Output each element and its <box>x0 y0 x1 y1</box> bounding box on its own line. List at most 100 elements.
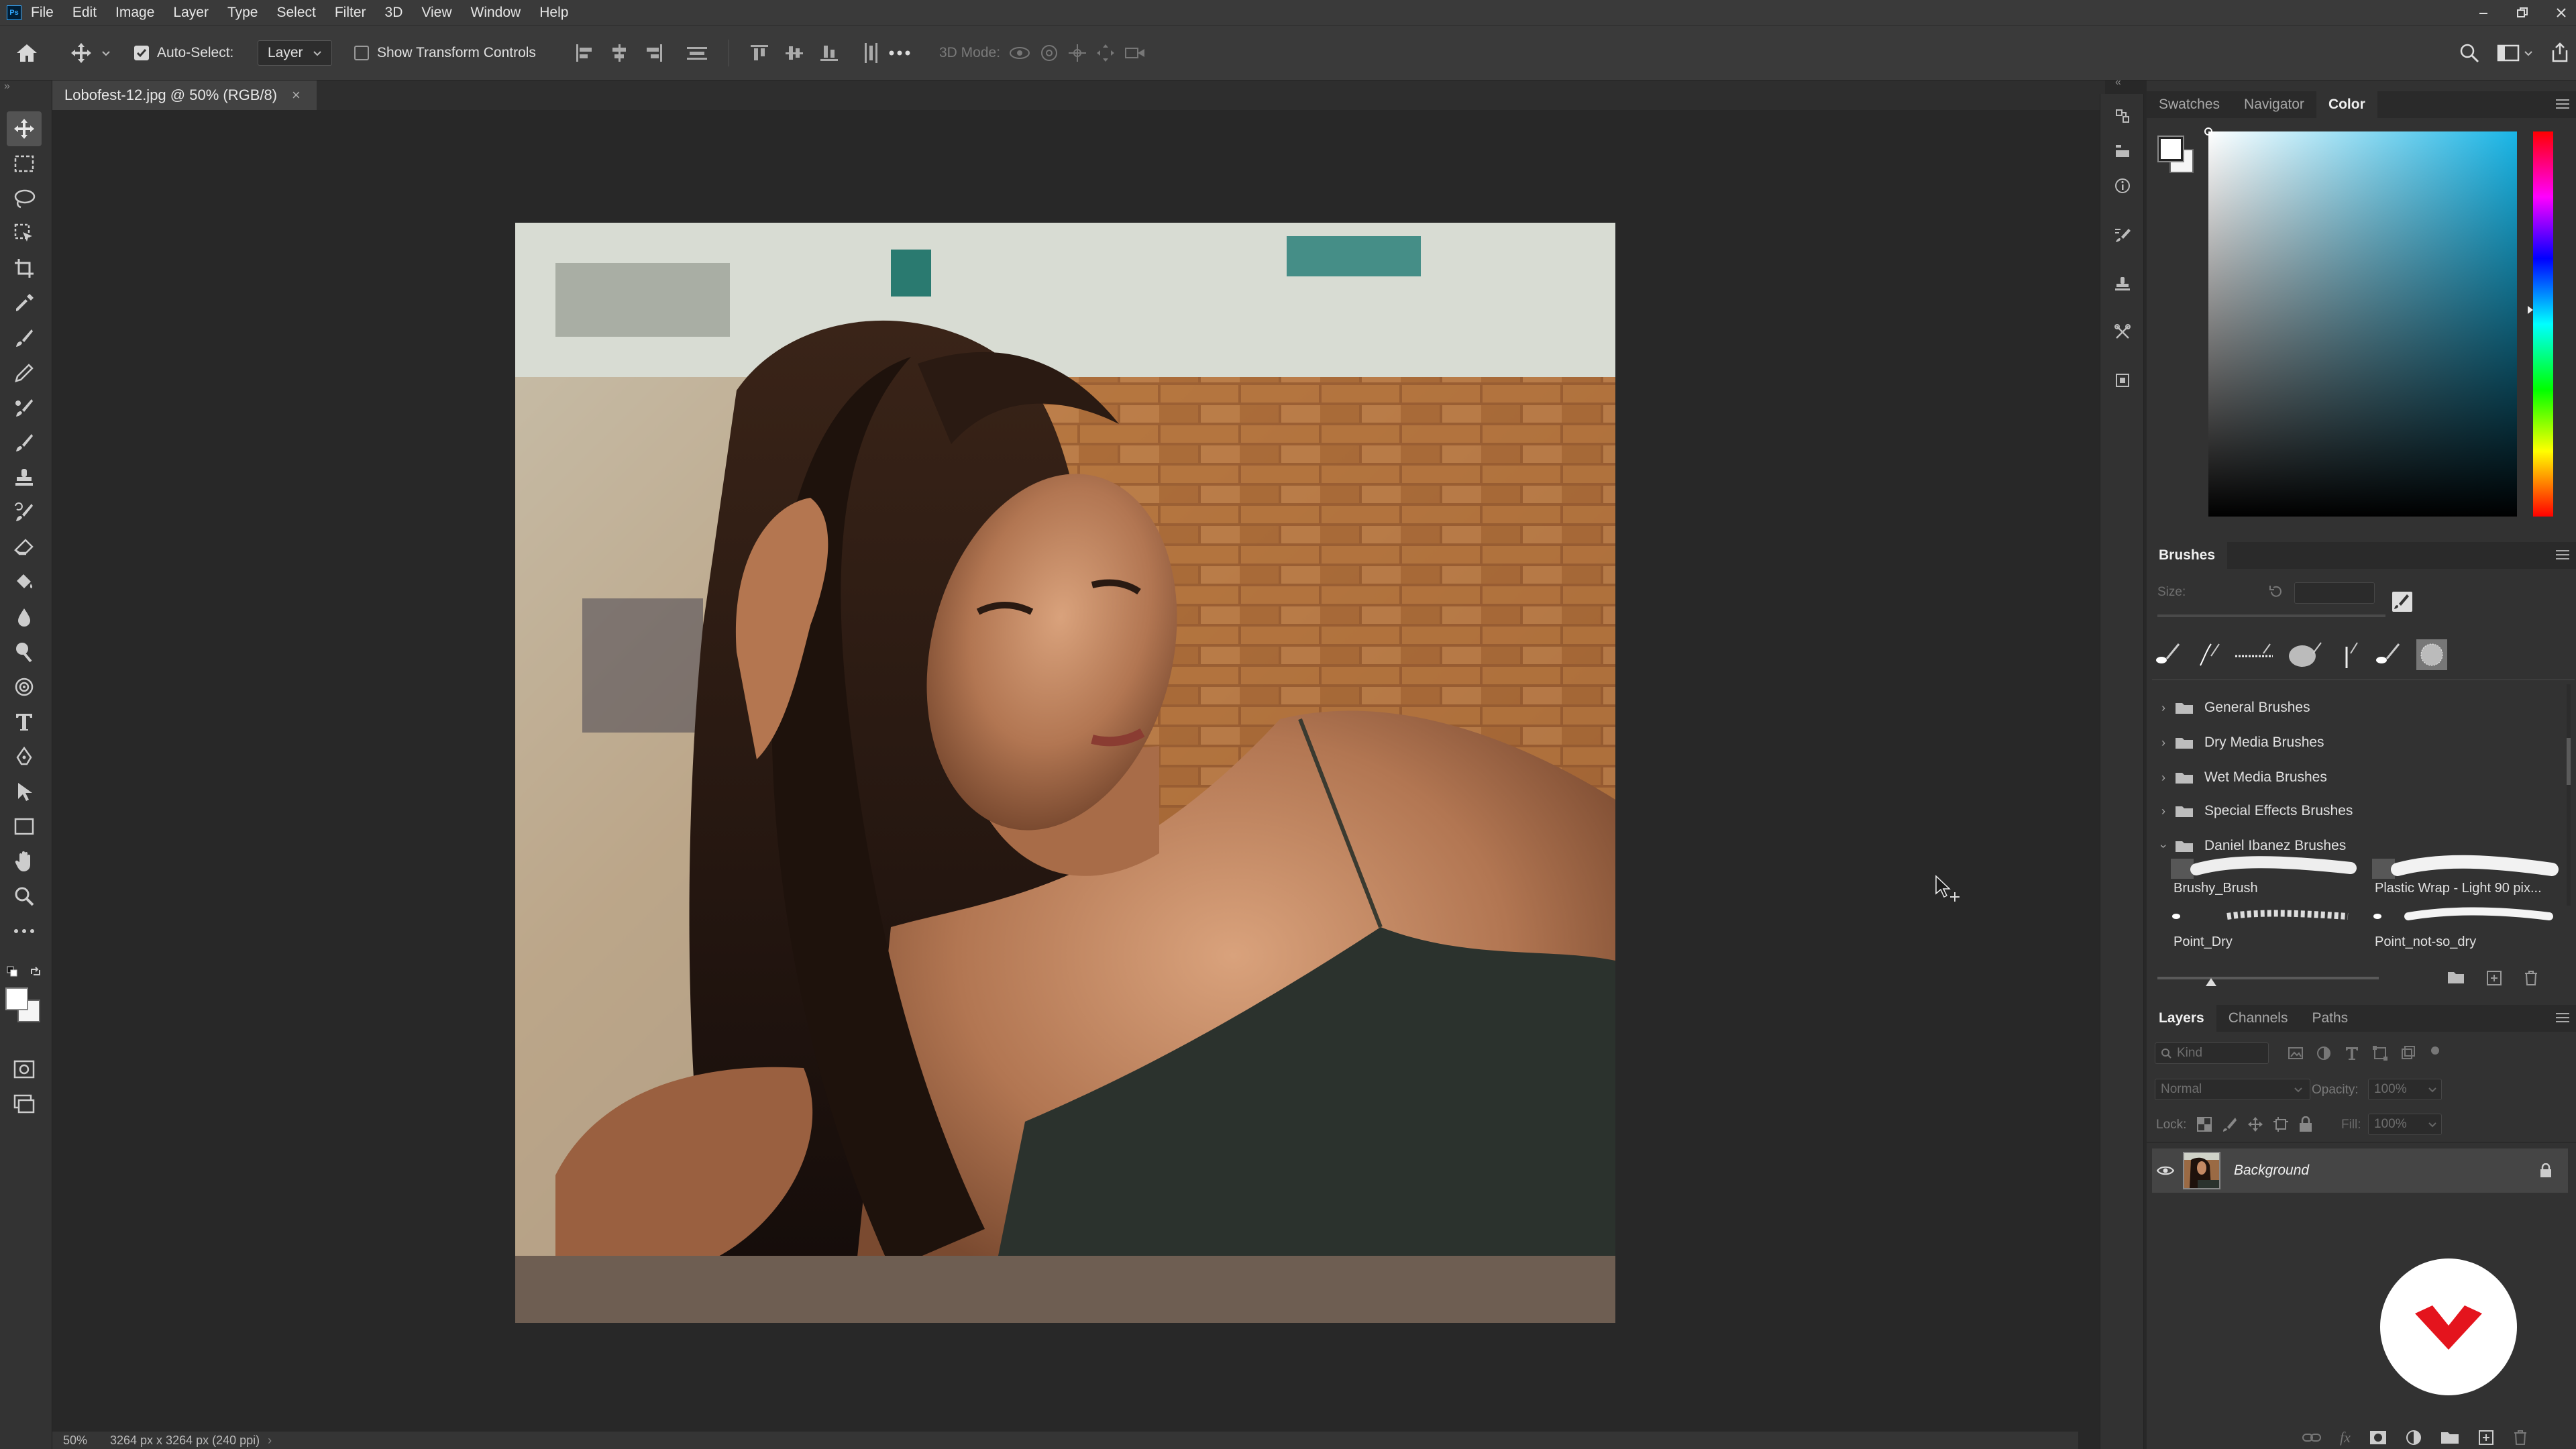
filter-adjustment-icon[interactable] <box>2316 1045 2332 1061</box>
tab-navigator[interactable]: Navigator <box>2232 91 2316 118</box>
zoom-tool[interactable] <box>7 879 42 914</box>
search-button[interactable] <box>2459 25 2479 80</box>
brush-tool[interactable] <box>7 425 42 460</box>
tab-channels[interactable]: Channels <box>2216 1005 2300 1032</box>
reset-size-icon[interactable] <box>2267 584 2284 600</box>
foreground-color-swatch[interactable] <box>5 987 28 1010</box>
brush-folder-dry-media[interactable]: › Dry Media Brushes <box>2152 726 2568 759</box>
brush-preset-icon[interactable] <box>2286 640 2324 669</box>
default-colors-icon[interactable] <box>7 966 19 978</box>
eraser-tool[interactable] <box>7 530 42 565</box>
close-tab-icon[interactable]: × <box>292 87 301 104</box>
fx-icon[interactable]: fx <box>2340 1429 2351 1446</box>
brush-preset-icon[interactable] <box>2152 641 2183 668</box>
panel-menu-icon[interactable] <box>2556 1013 2569 1022</box>
new-layer-icon[interactable] <box>2478 1430 2494 1446</box>
marquee-tool[interactable] <box>7 146 42 181</box>
chevron-right-icon[interactable]: › <box>2152 701 2175 715</box>
path-selection-tool[interactable] <box>7 774 42 809</box>
brush-preset-icon[interactable] <box>2415 638 2449 672</box>
info-panel-icon[interactable] <box>2110 173 2135 199</box>
create-brush-icon[interactable] <box>2391 590 2414 613</box>
chevron-right-icon[interactable]: › <box>2152 736 2175 750</box>
eye-icon[interactable] <box>2152 1165 2179 1176</box>
collapse-dock-icon[interactable]: « <box>2115 76 2121 89</box>
color-swatches[interactable] <box>5 987 43 1025</box>
3d-roll-icon[interactable] <box>1039 43 1059 63</box>
quick-mask-button[interactable] <box>7 1052 42 1087</box>
auto-select-target-dropdown[interactable]: Layer <box>258 40 332 66</box>
lock-icon[interactable] <box>2540 1163 2552 1178</box>
brush-item[interactable]: Point_Dry <box>2167 900 2361 953</box>
libraries-icon[interactable] <box>2110 368 2135 393</box>
share-button[interactable] <box>2549 25 2571 80</box>
brush-settings-icon[interactable] <box>2110 223 2135 248</box>
new-group-icon[interactable] <box>2447 970 2465 985</box>
tab-paths[interactable]: Paths <box>2300 1005 2360 1032</box>
tab-color[interactable]: Color <box>2316 91 2377 118</box>
filter-smart-object-icon[interactable] <box>2400 1045 2416 1061</box>
pen-tool[interactable] <box>7 739 42 774</box>
distribute-horizontal-icon[interactable] <box>686 43 708 63</box>
more-options-button[interactable] <box>888 25 911 80</box>
opacity-input[interactable]: 100% <box>2368 1079 2442 1100</box>
panel-menu-icon[interactable] <box>2556 550 2569 559</box>
align-top-icon[interactable] <box>749 43 769 63</box>
document-canvas-image[interactable] <box>515 223 1615 1323</box>
3d-slide-icon[interactable] <box>1095 43 1116 63</box>
scrollbar-thumb[interactable] <box>2567 738 2571 785</box>
mixer-brush-tool[interactable] <box>7 390 42 425</box>
brushes-scrollbar[interactable] <box>2567 684 2571 906</box>
lock-artboard-icon[interactable] <box>2273 1116 2289 1132</box>
hue-slider[interactable] <box>2528 131 2553 517</box>
move-tool[interactable] <box>7 111 42 146</box>
blur-tool[interactable] <box>7 600 42 635</box>
menu-layer[interactable]: Layer <box>173 5 209 21</box>
panel-menu-icon[interactable] <box>2556 99 2569 109</box>
brush-size-slider[interactable] <box>2157 614 2385 617</box>
pattern-tool[interactable] <box>7 669 42 704</box>
menu-type[interactable]: Type <box>227 5 258 21</box>
edit-toolbar-button[interactable] <box>7 914 42 949</box>
brush-folder-special-effects[interactable]: › Special Effects Brushes <box>2152 794 2568 828</box>
screen-mode-button[interactable] <box>7 1087 42 1122</box>
color-panel-swatches[interactable] <box>2157 136 2195 176</box>
lock-position-icon[interactable] <box>2247 1116 2263 1132</box>
new-group-icon[interactable] <box>2440 1430 2459 1445</box>
brush-item[interactable]: Point_not-so_dry <box>2368 900 2563 953</box>
align-center-icon[interactable] <box>609 43 629 63</box>
pencil-tool[interactable] <box>7 356 42 390</box>
chevron-right-icon[interactable]: › <box>2152 771 2175 785</box>
filter-shape-icon[interactable] <box>2372 1045 2388 1061</box>
healing-brush-tool[interactable] <box>7 321 42 356</box>
clone-source-icon[interactable] <box>2110 271 2135 297</box>
tab-swatches[interactable]: Swatches <box>2147 91 2232 118</box>
3d-pan-icon[interactable] <box>1067 43 1087 63</box>
menu-3d[interactable]: 3D <box>385 5 403 21</box>
brush-preview-size-slider[interactable] <box>2157 977 2379 986</box>
layer-row-background[interactable]: Background <box>2152 1148 2568 1193</box>
align-right-icon[interactable] <box>644 43 664 63</box>
fill-input[interactable]: 100% <box>2368 1114 2442 1135</box>
brush-preset-icon[interactable] <box>2372 641 2403 668</box>
filter-pixel-icon[interactable] <box>2288 1045 2304 1061</box>
paint-bucket-tool[interactable] <box>7 565 42 600</box>
brush-folder-wet-media[interactable]: › Wet Media Brushes <box>2152 761 2568 794</box>
distribute-vertical-icon[interactable] <box>861 42 881 64</box>
align-bottom-icon[interactable] <box>819 43 839 63</box>
tab-layers[interactable]: Layers <box>2147 1005 2216 1032</box>
show-transform-toggle[interactable]: Show Transform Controls <box>354 25 536 80</box>
brush-item[interactable]: Plastic Wrap - Light 90 pix... <box>2368 847 2563 899</box>
home-button[interactable] <box>15 25 39 80</box>
type-tool[interactable] <box>7 704 42 739</box>
history-panel-icon[interactable] <box>2110 103 2135 129</box>
lasso-tool[interactable] <box>7 181 42 216</box>
adjustment-layer-icon[interactable] <box>2406 1430 2422 1446</box>
layer-name[interactable]: Background <box>2234 1163 2540 1179</box>
blend-mode-dropdown[interactable]: Normal <box>2155 1079 2310 1100</box>
tab-brushes[interactable]: Brushes <box>2147 542 2228 569</box>
hue-slider-thumb[interactable] <box>2528 306 2533 314</box>
minimize-icon[interactable] <box>2475 5 2491 21</box>
restore-icon[interactable] <box>2514 5 2530 21</box>
history-brush-tool[interactable] <box>7 495 42 530</box>
